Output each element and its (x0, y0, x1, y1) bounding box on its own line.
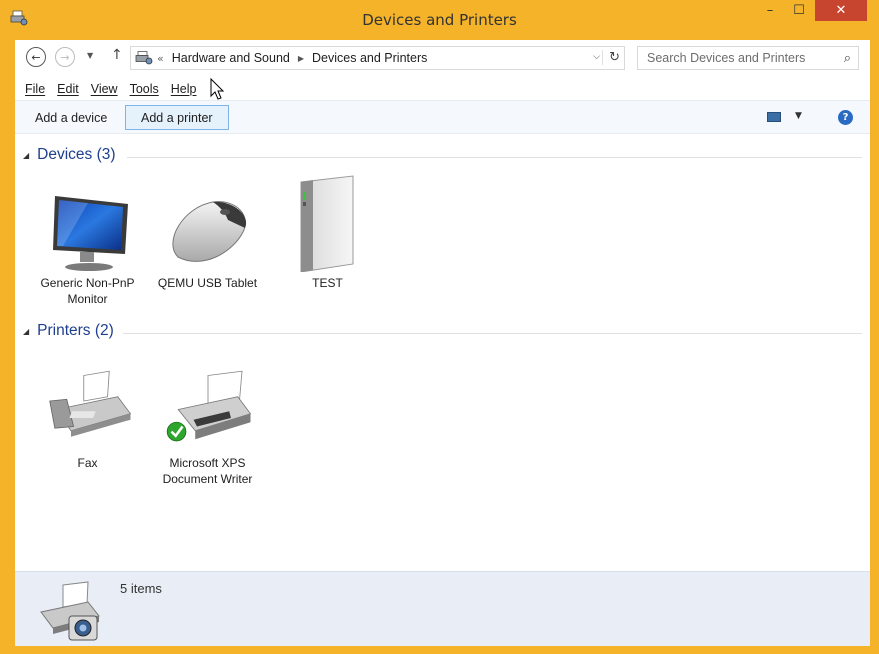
forward-button[interactable]: → (55, 47, 75, 67)
device-item-tablet[interactable]: QEMU USB Tablet (150, 172, 265, 291)
menu-help[interactable]: Help (171, 82, 197, 96)
address-dropdown-icon[interactable]: ⌵ (593, 52, 600, 62)
devices-and-printers-window: Devices and Printers – ☐ ✕ ← → ▼ ↑ « Har… (0, 0, 879, 654)
chevron-right-icon[interactable]: ▶ (298, 54, 304, 63)
window-title: Devices and Printers (362, 11, 517, 29)
mouse-icon (172, 201, 246, 262)
printer-icon (166, 370, 251, 442)
printer-label: Fax (77, 456, 98, 470)
collapse-arrow-icon[interactable]: ◢ (23, 151, 29, 160)
back-button[interactable]: ← (26, 47, 46, 67)
refresh-icon[interactable]: ↻ (602, 50, 620, 65)
minimize-button[interactable]: – (756, 0, 784, 21)
breadcrumb-hardware-and-sound[interactable]: Hardware and Sound (172, 51, 290, 65)
client-area: ← → ▼ ↑ « Hardware and Sound ▶ Devices a… (15, 40, 870, 646)
help-icon[interactable]: ? (838, 110, 853, 125)
printers-group-header[interactable]: ◢ Printers (2) (23, 322, 114, 340)
maximize-button[interactable]: ☐ (785, 0, 813, 21)
devices-printers-icon (135, 51, 153, 65)
title-bar[interactable]: Devices and Printers – ☐ ✕ (0, 0, 879, 40)
default-check-icon (166, 421, 186, 442)
collapse-arrow-icon[interactable]: ◢ (23, 327, 29, 336)
overflow-chevron-icon[interactable]: « (157, 52, 164, 65)
device-item-test[interactable]: TEST (270, 172, 385, 291)
search-icon[interactable]: ⌕ (844, 51, 851, 66)
device-item-monitor[interactable]: Generic Non-PnP Monitor (30, 172, 145, 307)
computer-tower-icon (300, 175, 353, 273)
command-bar: Add a device Add a printer ▼ ? (15, 100, 870, 134)
address-bar[interactable]: « Hardware and Sound ▶ Devices and Print… (130, 46, 625, 70)
fax-icon (48, 370, 131, 437)
printer-camera-icon (40, 581, 100, 641)
mouse-cursor-icon (210, 78, 225, 100)
device-label: TEST (312, 276, 343, 290)
up-button[interactable]: ↑ (111, 47, 123, 63)
monitor-icon (52, 196, 128, 271)
printers-group-label: Printers (2) (37, 322, 114, 339)
device-label: Generic Non-PnP Monitor (40, 276, 135, 306)
group-divider (123, 333, 862, 334)
menu-view[interactable]: View (91, 82, 118, 96)
view-options-dropdown-icon[interactable]: ▼ (795, 111, 802, 121)
menu-bar: File Edit View Tools Help (15, 78, 870, 100)
group-divider (127, 157, 862, 158)
navigation-bar: ← → ▼ ↑ « Hardware and Sound ▶ Devices a… (15, 40, 870, 78)
printer-label: Microsoft XPS Document Writer (162, 456, 253, 486)
change-view-icon[interactable] (767, 112, 781, 122)
recent-locations-dropdown[interactable]: ▼ (87, 51, 93, 60)
add-device-button[interactable]: Add a device (26, 105, 116, 130)
item-count: 5 items (120, 581, 162, 596)
status-bar: 5 items (15, 571, 870, 646)
search-placeholder: Search Devices and Printers (647, 51, 806, 65)
devices-group-label: Devices (3) (37, 146, 116, 163)
close-button[interactable]: ✕ (815, 0, 867, 21)
printer-item-xps[interactable]: Microsoft XPS Document Writer (150, 367, 265, 487)
breadcrumb-devices-and-printers[interactable]: Devices and Printers (312, 51, 427, 65)
menu-edit[interactable]: Edit (57, 82, 79, 96)
devices-group-header[interactable]: ◢ Devices (3) (23, 146, 116, 164)
menu-tools[interactable]: Tools (130, 82, 159, 96)
search-input[interactable]: Search Devices and Printers ⌕ (637, 46, 859, 70)
add-printer-button[interactable]: Add a printer (125, 105, 229, 130)
device-label: QEMU USB Tablet (157, 276, 258, 290)
printer-item-fax[interactable]: Fax (30, 367, 145, 471)
menu-file[interactable]: File (25, 82, 45, 96)
